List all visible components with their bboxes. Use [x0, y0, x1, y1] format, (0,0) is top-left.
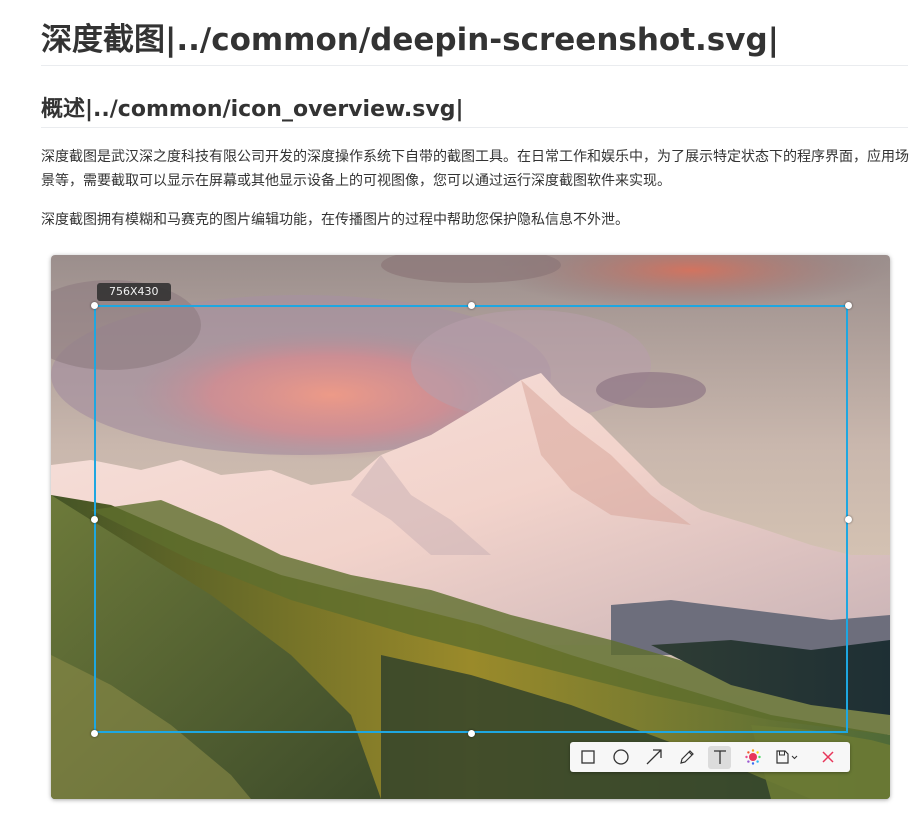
color-picker-icon — [744, 749, 761, 765]
pencil-icon — [679, 750, 694, 764]
selection-size-label: 756X430 — [97, 283, 171, 301]
title-divider — [41, 65, 908, 66]
section-divider — [41, 127, 908, 128]
text-icon — [713, 750, 726, 764]
feature-paragraph: 深度截图拥有模糊和马赛克的图片编辑功能，在传播图片的过程中帮助您保护隐私信息不外… — [41, 212, 629, 228]
ellipse-icon — [612, 749, 629, 765]
rectangle-tool-button[interactable] — [576, 746, 599, 769]
close-icon — [821, 751, 834, 763]
intro-paragraph: 深度截图是武汉深之度科技有限公司开发的深度操作系统下自带的截图工具。在日常工作和… — [41, 149, 909, 189]
resize-handle-bottom[interactable] — [468, 730, 475, 737]
color-picker-button[interactable] — [741, 746, 764, 769]
resize-handle-top-left[interactable] — [91, 302, 98, 309]
arrow-tool-button[interactable] — [642, 746, 665, 769]
save-icon — [776, 750, 798, 764]
resize-handle-right[interactable] — [845, 516, 852, 523]
resize-handle-top[interactable] — [468, 302, 475, 309]
screenshot-toolbar — [570, 742, 850, 772]
rectangle-icon — [580, 750, 595, 764]
pencil-tool-button[interactable] — [675, 746, 698, 769]
screenshot-illustration: 756X430 — [51, 255, 890, 799]
arrow-icon — [646, 749, 662, 765]
ellipse-tool-button[interactable] — [609, 746, 632, 769]
text-tool-button[interactable] — [708, 745, 731, 769]
page-title: 深度截图|../common/deepin-screenshot.svg| — [41, 22, 779, 58]
capture-selection-frame[interactable] — [94, 305, 848, 733]
resize-handle-top-right[interactable] — [845, 302, 852, 309]
document-page: 深度截图|../common/deepin-screenshot.svg| 概述… — [0, 0, 915, 822]
resize-handle-bottom-left[interactable] — [91, 730, 98, 737]
close-capture-button[interactable] — [816, 746, 839, 769]
section-heading-overview: 概述|../common/icon_overview.svg| — [41, 97, 464, 122]
resize-handle-left[interactable] — [91, 516, 98, 523]
save-options-button[interactable] — [774, 746, 802, 769]
